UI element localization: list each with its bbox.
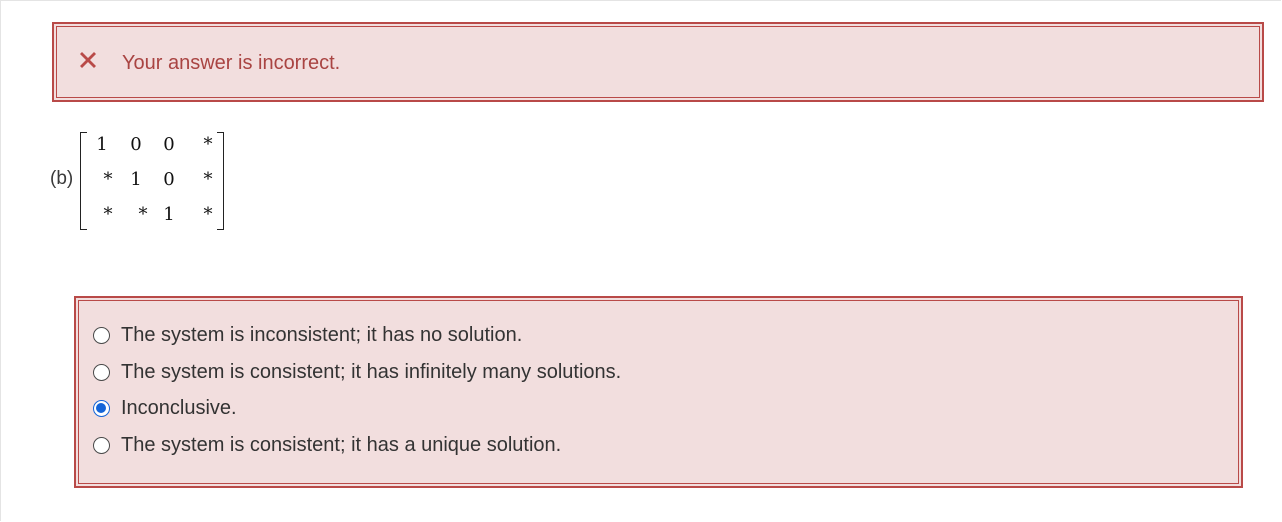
matrix-cell: * [203, 134, 213, 155]
option-infinitely-many[interactable]: The system is consistent; it has infinit… [93, 359, 621, 385]
option-label: The system is consistent; it has a uniqu… [121, 434, 562, 456]
augmented-matrix: 1 0 0 * * 1 0 * * * 1 * [80, 132, 224, 232]
radio-button[interactable] [93, 363, 110, 381]
option-label: The system is consistent; it has infinit… [121, 361, 622, 383]
matrix-cell: 0 [163, 169, 175, 190]
answer-options: The system is inconsistent; it has no so… [74, 296, 1243, 488]
matrix-cell: 0 [130, 134, 142, 155]
matrix-cell: * [103, 204, 113, 225]
radio-button[interactable] [93, 436, 110, 454]
matrix-cell: 1 [163, 204, 175, 225]
feedback-message: Your answer is incorrect. [122, 52, 341, 74]
matrix-cell: * [103, 169, 113, 190]
option-label: The system is inconsistent; it has no so… [121, 324, 523, 346]
radio-button-selected[interactable] [93, 399, 110, 417]
radio-button[interactable] [93, 326, 110, 344]
option-unique-solution[interactable]: The system is consistent; it has a uniqu… [93, 432, 561, 458]
cross-icon [76, 48, 100, 72]
matrix-cell: * [138, 204, 148, 225]
matrix-cell: 0 [163, 134, 175, 155]
matrix-cell: * [203, 204, 213, 225]
matrix-left-bracket [80, 132, 87, 230]
matrix-cell: 1 [130, 169, 142, 190]
option-inconsistent[interactable]: The system is inconsistent; it has no so… [93, 322, 522, 348]
option-label: Inconclusive. [121, 397, 237, 419]
part-label: (b) [50, 168, 74, 189]
option-inconclusive[interactable]: Inconclusive. [93, 395, 237, 421]
question-panel: Your answer is incorrect. (b) 1 0 0 * * … [0, 0, 1281, 521]
incorrect-feedback-alert: Your answer is incorrect. [52, 22, 1264, 102]
matrix-cell: 1 [96, 134, 108, 155]
matrix-cell: * [203, 169, 213, 190]
